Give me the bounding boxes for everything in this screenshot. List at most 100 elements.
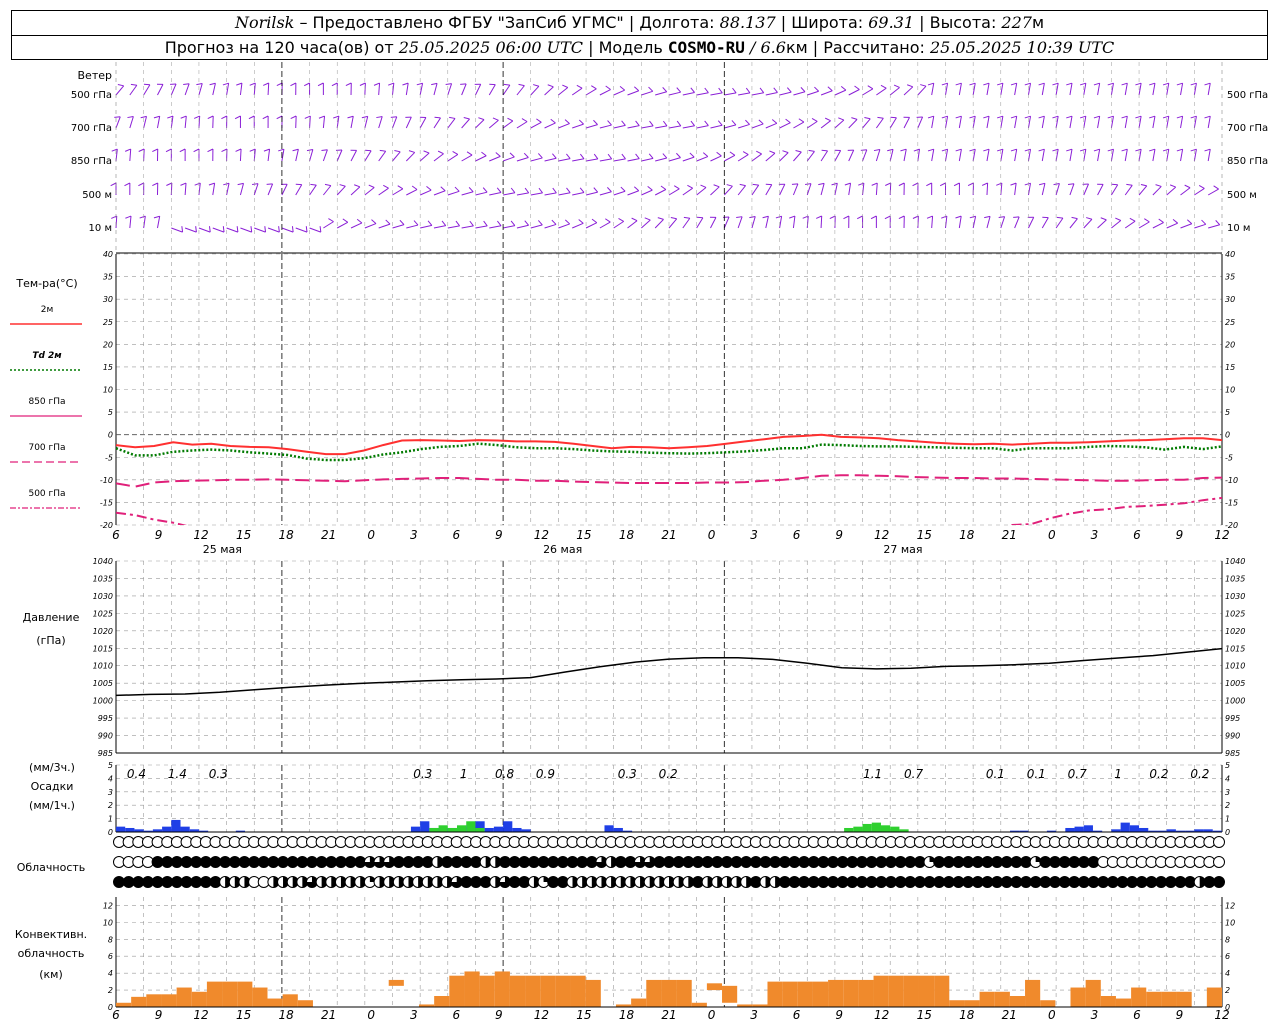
- wind-barb: [1152, 222, 1164, 229]
- pres-ytick-right: 1040: [1225, 557, 1245, 566]
- wind-barb-flag: [1038, 82, 1045, 86]
- wind-barb: [1180, 187, 1191, 196]
- wind-barb-flag: [1107, 115, 1114, 119]
- temp-hour-label: 9: [495, 528, 503, 542]
- wind-barb-flag: [860, 149, 867, 151]
- convective-bar: [934, 975, 950, 1007]
- wind-barb-flag: [125, 215, 132, 219]
- wind-barb: [433, 83, 438, 96]
- wind-barb: [654, 219, 664, 229]
- wind-barb-flag: [844, 182, 851, 186]
- wind-barb-flag: [1162, 148, 1169, 152]
- wind-barb-flag: [621, 120, 626, 126]
- conv-ytick-left: 2: [108, 986, 113, 995]
- wind-barb: [447, 83, 453, 96]
- wind-barb: [958, 216, 962, 229]
- wind-barb: [585, 88, 597, 96]
- temp-hour-label: 3: [410, 528, 418, 542]
- wind-barb: [420, 224, 432, 229]
- wind-barb-flag: [153, 115, 160, 119]
- precip-bar-rain: [493, 826, 504, 832]
- wind-barb: [157, 84, 164, 96]
- wind-barb-flag: [194, 182, 201, 186]
- convective-bar: [282, 994, 298, 1007]
- cloud-symbol: [1213, 876, 1225, 888]
- precip-bar-rain: [420, 821, 430, 832]
- precip-3h-sum: 1.4: [168, 767, 187, 781]
- convective-bar: [903, 975, 919, 1007]
- convective-bar: [1025, 979, 1041, 1007]
- precip-label: Осадки: [31, 780, 74, 793]
- conv-hour-label: 3: [750, 1008, 758, 1022]
- wind-barb-flag: [1169, 184, 1176, 188]
- wind-barb-flag: [303, 82, 310, 87]
- precip-bar-rain: [604, 825, 614, 832]
- wind-barb-flag: [1155, 184, 1162, 187]
- wind-barb: [392, 116, 398, 129]
- wind-barb-flag: [758, 119, 764, 125]
- wind-barb-flag: [1066, 115, 1073, 119]
- wind-barb: [1069, 116, 1073, 129]
- wind-barb-flag: [342, 218, 349, 223]
- wind-barb: [322, 185, 332, 196]
- wind-barb: [682, 92, 695, 96]
- wind-barb: [488, 84, 496, 96]
- wind-barb: [751, 216, 756, 229]
- wind-barb-flag: [368, 184, 375, 188]
- wind-barb-flag: [1010, 82, 1017, 86]
- wind-barb: [655, 125, 668, 129]
- wind-barb: [1138, 185, 1148, 196]
- temp-ytick-right: -15: [1225, 498, 1238, 507]
- convective-bar: [676, 979, 692, 1007]
- precip-bar-convective: [871, 822, 881, 832]
- conv-hour-label: 12: [193, 1008, 208, 1022]
- wind-barb-flag: [900, 148, 907, 152]
- precip-3h-sum: 1: [1114, 767, 1122, 781]
- wind-barb-flag: [278, 148, 285, 152]
- wind-barb: [544, 192, 557, 196]
- wind-barb: [1124, 184, 1133, 196]
- pres-ytick-left: 1020: [93, 627, 113, 636]
- wind-barb-flag: [771, 119, 778, 124]
- wind-barb-flag: [1198, 185, 1205, 189]
- convective-bar: [449, 975, 465, 1007]
- wind-barb-flag: [1056, 216, 1063, 219]
- wind-barb: [668, 188, 680, 196]
- wind-barb-flag: [248, 115, 255, 120]
- wind-barb-flag: [371, 219, 377, 224]
- wind-barb: [820, 215, 823, 229]
- wind-level-label-right: 500 м: [1227, 190, 1257, 201]
- wind-barb-flag: [536, 118, 542, 123]
- convective-label-2: облачность: [18, 947, 85, 960]
- wind-barb: [364, 223, 377, 229]
- wind-barb: [323, 221, 334, 229]
- wind-barb: [419, 152, 430, 162]
- wind-barb-flag: [524, 220, 529, 226]
- convective-bar: [782, 981, 798, 1007]
- precip-bar-rain: [613, 827, 623, 832]
- temp-hour-label: 6: [793, 528, 801, 542]
- wind-barb-flag: [885, 182, 891, 186]
- wind-barb-flag: [562, 84, 568, 88]
- wind-barb: [1097, 149, 1101, 162]
- wind-barb: [738, 92, 751, 96]
- wind-barb: [1028, 217, 1035, 229]
- wind-barb: [710, 92, 723, 96]
- prec-ytick-right: 5: [1225, 761, 1230, 770]
- wind-barb: [875, 117, 884, 129]
- temp-legend-label: Td 2м: [32, 351, 62, 361]
- wind-barb: [239, 183, 245, 196]
- wind-barb-flag: [927, 148, 934, 152]
- wind-barb: [875, 149, 881, 162]
- wind-barb-flag: [605, 218, 611, 223]
- wind-barb: [295, 184, 303, 196]
- wind-barb-flag: [552, 153, 557, 159]
- wind-barb: [710, 124, 723, 129]
- wind-barb-flag: [114, 116, 121, 118]
- convective-bar: [964, 1000, 980, 1007]
- wind-barb: [848, 149, 855, 162]
- precip-bar-convective: [475, 827, 485, 832]
- wind-level-label-right: 850 гПа: [1227, 156, 1268, 167]
- wind-barb: [433, 153, 444, 162]
- temp-hour-label: 3: [1091, 528, 1099, 542]
